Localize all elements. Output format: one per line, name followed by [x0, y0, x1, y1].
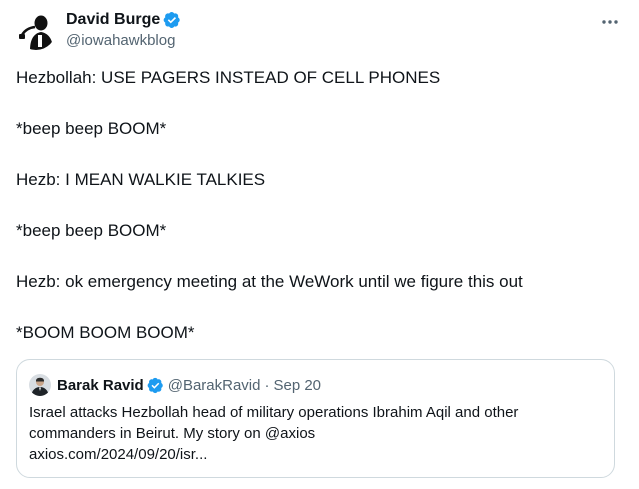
- author-info: David Burge @iowahawkblog: [66, 10, 181, 49]
- quoted-text-line: commanders in Beirut. My story on @axios: [29, 425, 316, 442]
- separator-dot: ·: [264, 376, 270, 394]
- more-options-button[interactable]: [598, 12, 622, 32]
- quoted-tweet-header: Barak Ravid @BarakRavid · Sep 20: [29, 374, 321, 396]
- tweet-text: Hezbollah: USE PAGERS INSTEAD OF CELL PH…: [16, 66, 616, 372]
- quoted-text-line: Israel attacks Hezbollah head of militar…: [29, 404, 519, 421]
- quoted-text-line: axios.com/2024/09/20/isr...: [29, 446, 208, 463]
- author-name[interactable]: David Burge: [66, 11, 160, 29]
- tweet: David Burge @iowahawkblog Hezbollah: USE…: [0, 0, 639, 489]
- quoted-author-handle: @BarakRavid: [167, 376, 261, 394]
- quoted-tweet-date: Sep 20: [273, 376, 322, 394]
- avatar-silhouette-icon: [16, 10, 56, 50]
- tweet-paragraph: *beep beep BOOM*: [16, 221, 167, 240]
- quoted-tweet-text: Israel attacks Hezbollah head of militar…: [29, 402, 604, 465]
- tweet-paragraph: *BOOM BOOM BOOM*: [16, 323, 195, 342]
- more-horizontal-icon: [602, 20, 618, 24]
- quoted-author-avatar: [29, 374, 51, 396]
- author-avatar[interactable]: [16, 10, 56, 50]
- tweet-paragraph: Hezb: ok emergency meeting at the WeWork…: [16, 272, 523, 291]
- tweet-paragraph: *beep beep BOOM*: [16, 119, 167, 138]
- author-handle[interactable]: @iowahawkblog: [66, 32, 181, 49]
- verified-badge-icon: [163, 11, 180, 29]
- tweet-paragraph: Hezb: I MEAN WALKIE TALKIES: [16, 170, 266, 189]
- tweet-paragraph: Hezbollah: USE PAGERS INSTEAD OF CELL PH…: [16, 68, 441, 87]
- avatar-person-icon: [29, 374, 51, 396]
- quoted-author-name: Barak Ravid: [57, 376, 144, 394]
- quoted-tweet-card[interactable]: Barak Ravid @BarakRavid · Sep 20 Israel …: [16, 359, 615, 478]
- tweet-header: David Burge @iowahawkblog: [16, 8, 622, 52]
- verified-badge-icon: [147, 377, 163, 393]
